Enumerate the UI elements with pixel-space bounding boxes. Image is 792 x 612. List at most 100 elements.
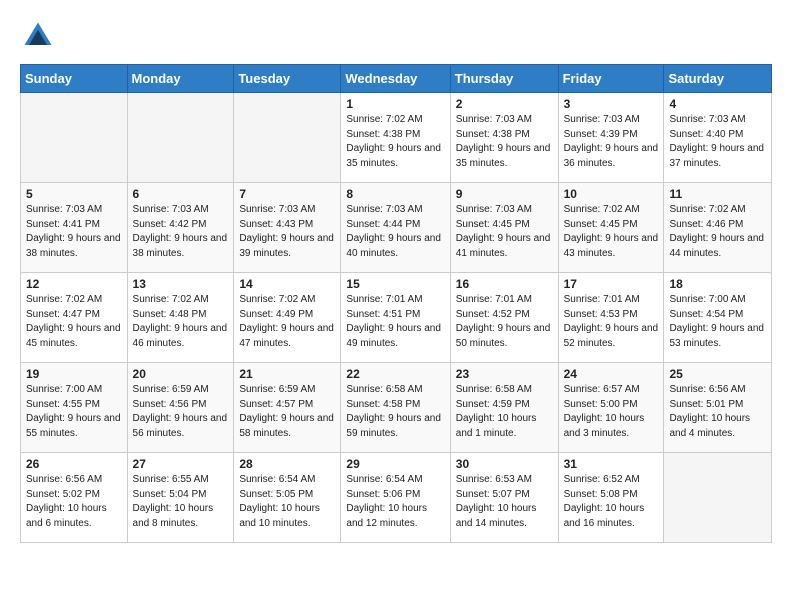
calendar-cell: 23Sunrise: 6:58 AMSunset: 4:59 PMDayligh… [450,363,558,453]
calendar-header: SundayMondayTuesdayWednesdayThursdayFrid… [21,65,772,93]
weekday-row: SundayMondayTuesdayWednesdayThursdayFrid… [21,65,772,93]
day-info: Sunrise: 6:52 AMSunset: 5:08 PMDaylight:… [564,473,659,531]
day-number: 26 [26,457,122,471]
day-number: 4 [669,97,766,111]
day-info: Sunrise: 7:03 AMSunset: 4:43 PMDaylight:… [239,203,335,261]
weekday-friday: Friday [558,65,664,93]
logo-icon [20,18,56,54]
weekday-thursday: Thursday [450,65,558,93]
calendar-cell: 24Sunrise: 6:57 AMSunset: 5:00 PMDayligh… [558,363,664,453]
calendar-cell: 18Sunrise: 7:00 AMSunset: 4:54 PMDayligh… [664,273,772,363]
day-number: 9 [456,187,553,201]
day-info: Sunrise: 6:59 AMSunset: 4:57 PMDaylight:… [239,383,335,441]
day-info: Sunrise: 7:02 AMSunset: 4:48 PMDaylight:… [133,293,229,351]
calendar-cell: 27 Sunrise: 6:55 AMSunset: 5:04 PMDayligh… [127,453,234,543]
day-number: 3 [564,97,659,111]
calendar-cell: 5 Sunrise: 7:03 AMSunset: 4:41 PMDaylight… [21,183,128,273]
day-info: Sunrise: 7:01 AMSunset: 4:52 PMDaylight:… [456,293,553,351]
calendar-cell: 9 Sunrise: 7:03 AMSunset: 4:45 PMDaylight… [450,183,558,273]
day-info: Sunrise: 7:00 AMSunset: 4:54 PMDaylight:… [669,293,766,351]
day-number: 28 [239,457,335,471]
day-info: Sunrise: 7:03 AMSunset: 4:42 PMDaylight:… [133,203,229,261]
calendar-cell: 4 Sunrise: 7:03 AMSunset: 4:40 PMDaylight… [664,93,772,183]
calendar-cell: 17 Sunrise: 7:01 AMSunset: 4:53 PMDayligh… [558,273,664,363]
calendar-cell: 19 Sunrise: 7:00 AMSunset: 4:55 PMDayligh… [21,363,128,453]
day-number: 17 [564,277,659,291]
day-info: Sunrise: 7:02 AMSunset: 4:49 PMDaylight:… [239,293,335,351]
day-number: 7 [239,187,335,201]
calendar-cell [234,93,341,183]
calendar-cell: 31 Sunrise: 6:52 AMSunset: 5:08 PMDayligh… [558,453,664,543]
calendar-cell: 21 Sunrise: 6:59 AMSunset: 4:57 PMDayligh… [234,363,341,453]
calendar-table: SundayMondayTuesdayWednesdayThursdayFrid… [20,64,772,543]
calendar-cell: 2Sunrise: 7:03 AMSunset: 4:38 PMDaylight… [450,93,558,183]
day-info: Sunrise: 6:56 AMSunset: 5:01 PMDaylight:… [669,383,766,441]
header [20,18,772,54]
weekday-wednesday: Wednesday [341,65,450,93]
day-number: 31 [564,457,659,471]
day-info: Sunrise: 6:56 AMSunset: 5:02 PMDaylight:… [26,473,122,531]
day-number: 19 [26,367,122,381]
calendar-cell: 25 Sunrise: 6:56 AMSunset: 5:01 PMDayligh… [664,363,772,453]
calendar-cell: 6 Sunrise: 7:03 AMSunset: 4:42 PMDaylight… [127,183,234,273]
day-info: Sunrise: 6:53 AMSunset: 5:07 PMDaylight:… [456,473,553,531]
calendar-cell: 20Sunrise: 6:59 AMSunset: 4:56 PMDayligh… [127,363,234,453]
day-info: Sunrise: 7:02 AMSunset: 4:46 PMDaylight:… [669,203,766,261]
day-number: 10 [564,187,659,201]
day-number: 8 [346,187,444,201]
week-row-1: 1Sunrise: 7:02 AMSunset: 4:38 PMDaylight… [21,93,772,183]
day-info: Sunrise: 6:54 AMSunset: 5:05 PMDaylight:… [239,473,335,531]
day-info: Sunrise: 7:03 AMSunset: 4:40 PMDaylight:… [669,113,766,171]
day-number: 5 [26,187,122,201]
calendar-cell: 12Sunrise: 7:02 AMSunset: 4:47 PMDayligh… [21,273,128,363]
week-row-2: 5 Sunrise: 7:03 AMSunset: 4:41 PMDaylight… [21,183,772,273]
weekday-tuesday: Tuesday [234,65,341,93]
day-info: Sunrise: 7:03 AMSunset: 4:45 PMDaylight:… [456,203,553,261]
day-info: Sunrise: 7:01 AMSunset: 4:53 PMDaylight:… [564,293,659,351]
day-info: Sunrise: 6:55 AMSunset: 5:04 PMDaylight:… [133,473,229,531]
day-info: Sunrise: 7:00 AMSunset: 4:55 PMDaylight:… [26,383,122,441]
day-number: 13 [133,277,229,291]
calendar-cell: 3Sunrise: 7:03 AMSunset: 4:39 PMDaylight… [558,93,664,183]
calendar-cell [664,453,772,543]
calendar-cell: 1Sunrise: 7:02 AMSunset: 4:38 PMDaylight… [341,93,450,183]
calendar-cell: 10 Sunrise: 7:02 AMSunset: 4:45 PMDayligh… [558,183,664,273]
day-info: Sunrise: 7:02 AMSunset: 4:38 PMDaylight:… [346,113,444,171]
day-info: Sunrise: 7:03 AMSunset: 4:44 PMDaylight:… [346,203,444,261]
day-number: 16 [456,277,553,291]
calendar-cell: 11 Sunrise: 7:02 AMSunset: 4:46 PMDayligh… [664,183,772,273]
calendar-cell: 16 Sunrise: 7:01 AMSunset: 4:52 PMDayligh… [450,273,558,363]
calendar-cell [21,93,128,183]
calendar-cell: 14 Sunrise: 7:02 AMSunset: 4:49 PMDayligh… [234,273,341,363]
day-number: 29 [346,457,444,471]
day-info: Sunrise: 7:03 AMSunset: 4:41 PMDaylight:… [26,203,122,261]
day-number: 14 [239,277,335,291]
day-number: 20 [133,367,229,381]
calendar-cell: 15Sunrise: 7:01 AMSunset: 4:51 PMDayligh… [341,273,450,363]
calendar-body: 1Sunrise: 7:02 AMSunset: 4:38 PMDaylight… [21,93,772,543]
calendar-cell: 29Sunrise: 6:54 AMSunset: 5:06 PMDayligh… [341,453,450,543]
day-number: 11 [669,187,766,201]
weekday-saturday: Saturday [664,65,772,93]
day-info: Sunrise: 7:01 AMSunset: 4:51 PMDaylight:… [346,293,444,351]
weekday-monday: Monday [127,65,234,93]
day-number: 22 [346,367,444,381]
day-info: Sunrise: 7:03 AMSunset: 4:38 PMDaylight:… [456,113,553,171]
calendar-cell: 8 Sunrise: 7:03 AMSunset: 4:44 PMDaylight… [341,183,450,273]
calendar-cell: 28 Sunrise: 6:54 AMSunset: 5:05 PMDayligh… [234,453,341,543]
day-number: 21 [239,367,335,381]
day-number: 27 [133,457,229,471]
calendar-cell: 7 Sunrise: 7:03 AMSunset: 4:43 PMDaylight… [234,183,341,273]
day-info: Sunrise: 7:02 AMSunset: 4:45 PMDaylight:… [564,203,659,261]
day-info: Sunrise: 6:58 AMSunset: 4:58 PMDaylight:… [346,383,444,441]
day-number: 6 [133,187,229,201]
week-row-5: 26 Sunrise: 6:56 AMSunset: 5:02 PMDayligh… [21,453,772,543]
day-number: 23 [456,367,553,381]
calendar-cell: 22 Sunrise: 6:58 AMSunset: 4:58 PMDayligh… [341,363,450,453]
day-number: 30 [456,457,553,471]
day-number: 25 [669,367,766,381]
calendar-cell: 30 Sunrise: 6:53 AMSunset: 5:07 PMDayligh… [450,453,558,543]
calendar-cell [127,93,234,183]
weekday-sunday: Sunday [21,65,128,93]
day-info: Sunrise: 7:02 AMSunset: 4:47 PMDaylight:… [26,293,122,351]
